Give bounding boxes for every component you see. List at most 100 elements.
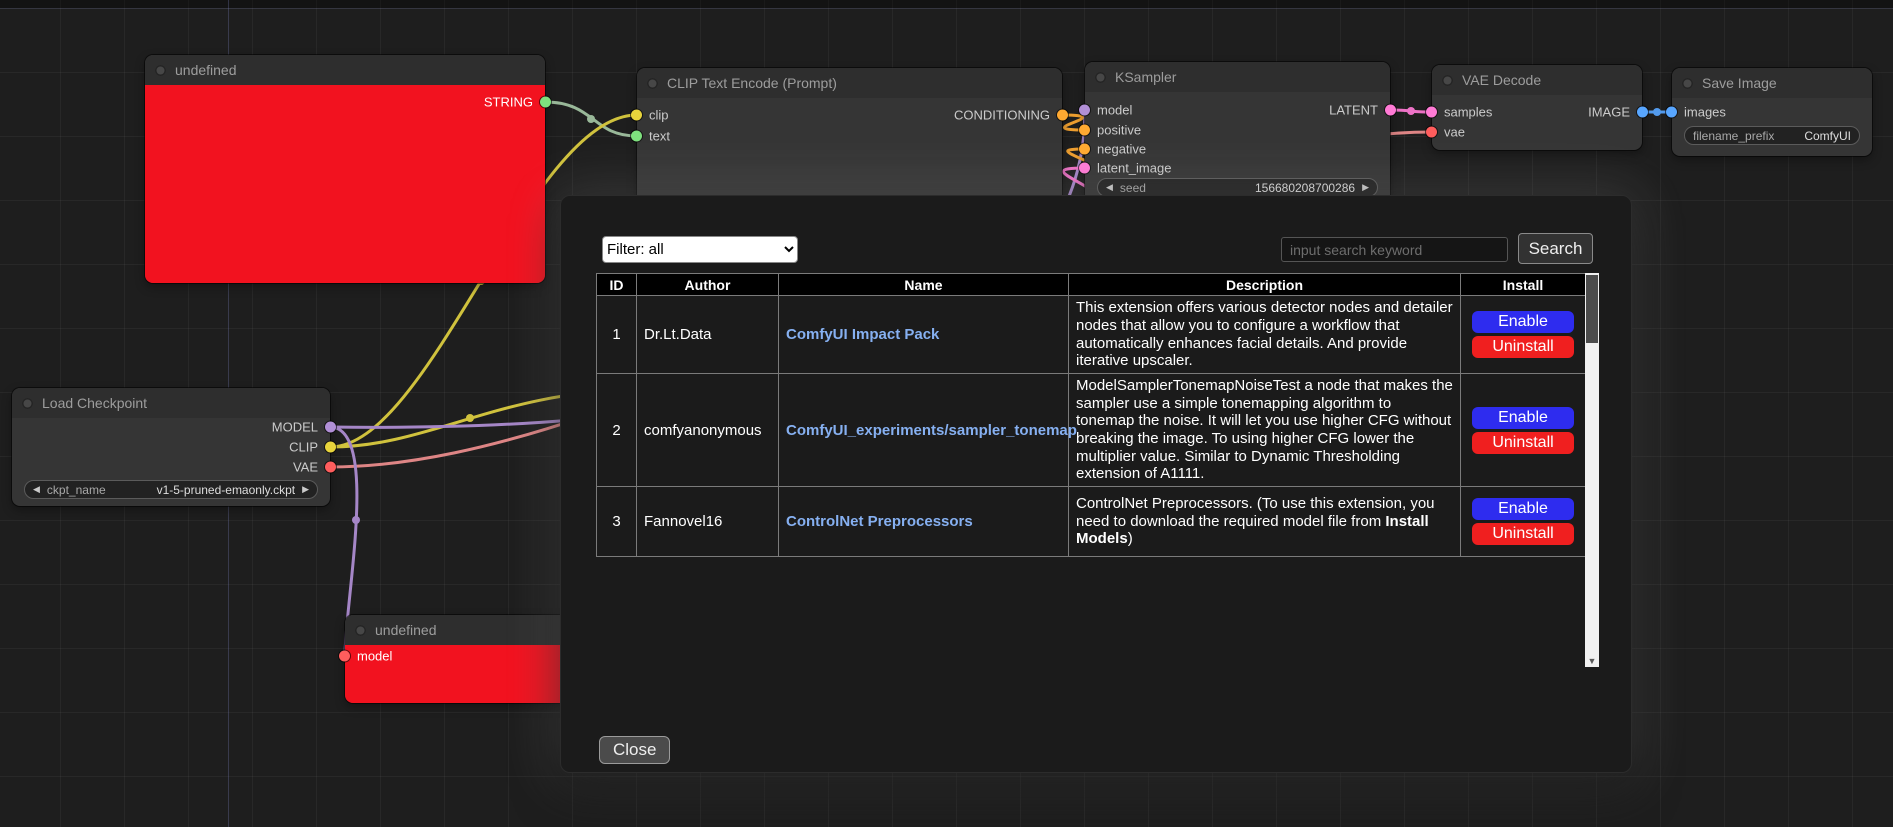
input-label: vae [1444, 125, 1465, 140]
output-slot-image: IMAGE [1588, 105, 1648, 120]
output-label: CONDITIONING [954, 108, 1050, 123]
input-slot-model: model [339, 649, 392, 664]
header-description: Description [1069, 274, 1461, 296]
input-dot-latent-image[interactable] [1079, 163, 1090, 174]
node-body [145, 85, 545, 283]
node-title: CLIP Text Encode (Prompt) [667, 75, 837, 91]
increment-arrow-icon[interactable]: ▶ [302, 485, 309, 494]
output-dot-conditioning[interactable] [1057, 110, 1068, 121]
collapse-dot-icon[interactable] [1095, 72, 1106, 83]
node-title-bar[interactable]: KSampler [1085, 62, 1390, 92]
collapse-dot-icon[interactable] [22, 398, 33, 409]
input-dot-model[interactable] [1079, 105, 1090, 116]
cell-author: comfyanonymous [637, 374, 779, 487]
input-dot-positive[interactable] [1079, 125, 1090, 136]
uninstall-button[interactable]: Uninstall [1472, 336, 1574, 358]
node-title-bar[interactable]: Load Checkpoint [12, 388, 330, 418]
input-dot-images[interactable] [1666, 107, 1677, 118]
input-label: samples [1444, 105, 1492, 120]
extensions-table: ID Author Name Description Install 1 Dr.… [596, 273, 1586, 557]
node-load-checkpoint[interactable]: Load Checkpoint MODEL CLIP VAE ◀ ckpt_na… [12, 388, 330, 506]
input-dot-negative[interactable] [1079, 144, 1090, 155]
extension-link[interactable]: ControlNet Preprocessors [786, 513, 973, 530]
output-dot-string[interactable] [540, 97, 551, 108]
cell-id: 1 [597, 296, 637, 374]
ckpt-name-widget[interactable]: ◀ ckpt_name v1-5-pruned-emaonly.ckpt ▶ [24, 480, 318, 499]
node-body [1432, 95, 1642, 150]
table-row: 3 Fannovel16 ControlNet Preprocessors Co… [597, 487, 1586, 557]
description-text: ControlNet Preprocessors. (To use this e… [1076, 495, 1435, 530]
uninstall-button[interactable]: Uninstall [1472, 432, 1574, 454]
input-label: images [1684, 105, 1726, 120]
node-title: Save Image [1702, 75, 1777, 91]
increment-arrow-icon[interactable]: ▶ [1362, 183, 1369, 192]
node-title: KSampler [1115, 69, 1176, 85]
widget-value: v1-5-pruned-emaonly.ckpt [157, 483, 296, 497]
collapse-dot-icon[interactable] [355, 625, 366, 636]
collapse-dot-icon[interactable] [1682, 78, 1693, 89]
enable-button[interactable]: Enable [1472, 311, 1574, 333]
input-dot-text[interactable] [631, 131, 642, 142]
extension-link[interactable]: ComfyUI_experiments/sampler_tonemap [786, 422, 1077, 439]
link-midpoint-dot [466, 414, 474, 422]
input-slot-vae: vae [1426, 125, 1465, 140]
node-title-bar[interactable]: Save Image [1672, 68, 1872, 98]
node-title-bar[interactable]: VAE Decode [1432, 65, 1642, 95]
scroll-down-arrow-icon[interactable]: ▼ [1585, 656, 1599, 666]
decrement-arrow-icon[interactable]: ◀ [33, 485, 40, 494]
decrement-arrow-icon[interactable]: ◀ [1106, 183, 1113, 192]
output-dot-clip[interactable] [325, 442, 336, 453]
output-dot-vae[interactable] [325, 462, 336, 473]
cell-install: Enable Uninstall [1461, 374, 1586, 487]
node-title: undefined [375, 622, 437, 638]
node-title-bar[interactable]: CLIP Text Encode (Prompt) [637, 68, 1062, 98]
node-undefined-string[interactable]: undefined STRING [145, 55, 545, 283]
collapse-dot-icon[interactable] [1442, 75, 1453, 86]
input-slot-latent-image: latent_image [1079, 161, 1171, 176]
input-dot-clip[interactable] [631, 110, 642, 121]
output-label: MODEL [272, 420, 318, 435]
input-slot-images: images [1666, 105, 1726, 120]
output-label: CLIP [289, 440, 318, 455]
collapse-dot-icon[interactable] [647, 78, 658, 89]
search-input[interactable] [1281, 237, 1508, 262]
cell-description: ModelSamplerTonemapNoiseTest a node that… [1069, 374, 1461, 487]
node-vae-decode[interactable]: VAE Decode samples vae IMAGE [1432, 65, 1642, 150]
enable-button[interactable]: Enable [1472, 407, 1574, 429]
header-author: Author [637, 274, 779, 296]
input-label: clip [649, 108, 669, 123]
input-dot-samples[interactable] [1426, 107, 1437, 118]
output-slot-latent: LATENT [1329, 103, 1396, 118]
close-button[interactable]: Close [599, 736, 670, 764]
output-dot-model[interactable] [325, 422, 336, 433]
input-slot-text: text [631, 129, 670, 144]
output-slot-clip: CLIP [289, 440, 336, 455]
extension-link[interactable]: ComfyUI Impact Pack [786, 326, 939, 343]
input-slot-samples: samples [1426, 105, 1492, 120]
node-save-image[interactable]: Save Image images filename_prefix ComfyU… [1672, 68, 1872, 156]
cell-author: Fannovel16 [637, 487, 779, 557]
enable-button[interactable]: Enable [1472, 498, 1574, 520]
table-row: 2 comfyanonymous ComfyUI_experiments/sam… [597, 374, 1586, 487]
scrollbar-thumb[interactable] [1586, 275, 1598, 343]
output-dot-latent[interactable] [1385, 105, 1396, 116]
extensions-table-container: ID Author Name Description Install 1 Dr.… [596, 273, 1599, 667]
input-dot-vae[interactable] [1426, 127, 1437, 138]
filter-dropdown[interactable]: Filter: all [602, 236, 798, 263]
input-dot-model[interactable] [339, 651, 350, 662]
output-dot-image[interactable] [1637, 107, 1648, 118]
widget-value: 156680208700286 [1255, 181, 1355, 195]
uninstall-button[interactable]: Uninstall [1472, 523, 1574, 545]
filename-prefix-widget[interactable]: filename_prefix ComfyUI [1684, 126, 1860, 145]
table-scrollbar[interactable]: ▼ [1585, 273, 1599, 667]
output-label: IMAGE [1588, 105, 1630, 120]
widget-label: ckpt_name [47, 483, 106, 497]
node-title-bar[interactable]: undefined [145, 55, 545, 85]
cell-description: This extension offers various detector n… [1069, 296, 1461, 374]
input-slot-negative: negative [1079, 142, 1146, 157]
node-title: Load Checkpoint [42, 395, 147, 411]
search-button[interactable]: Search [1518, 233, 1593, 264]
node-graph-canvas[interactable]: undefined STRING CLIP Text Encode (Promp… [0, 0, 1893, 827]
collapse-dot-icon[interactable] [155, 65, 166, 76]
table-header-row: ID Author Name Description Install [597, 274, 1586, 296]
